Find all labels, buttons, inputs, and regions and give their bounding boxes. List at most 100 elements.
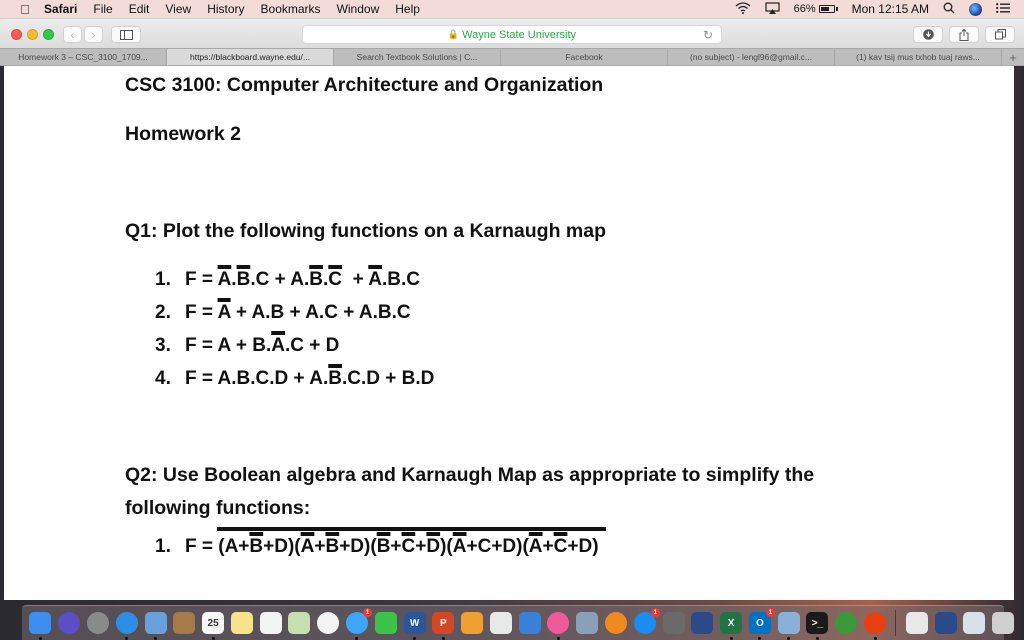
dock-app-app-store-icon[interactable]: 1 (633, 608, 660, 634)
new-tab-button[interactable]: + (1002, 49, 1024, 65)
dock-app-finder-icon[interactable] (29, 612, 52, 640)
dock-app-reminders-icon[interactable] (259, 612, 282, 634)
airplay-icon[interactable] (764, 1, 780, 17)
spotlight-search-icon[interactable] (943, 2, 955, 17)
negated-variable: A (217, 302, 231, 323)
dock-app-safari-icon[interactable] (115, 612, 138, 640)
expression-text: .C.D + B.D (341, 368, 435, 389)
minimize-window-button[interactable] (27, 29, 38, 40)
dock-app-outlook-icon[interactable]: O1 (748, 608, 775, 640)
tab-label: (1) kav tsij mus txhob tuaj raws... (856, 52, 980, 62)
reload-icon[interactable]: ↻ (703, 28, 713, 42)
battery-fill (820, 7, 829, 11)
dock-app-ibooks-icon[interactable] (605, 612, 628, 634)
menu-history[interactable]: History (207, 2, 244, 16)
dock-app-terminal-icon[interactable]: >_ (806, 612, 829, 640)
negated-variable: A (271, 335, 285, 356)
dock-app-system-preferences-icon[interactable] (662, 612, 685, 634)
expression-text: +D) (567, 536, 599, 557)
negated-variable: B (249, 536, 264, 557)
q2-item-1: 1. F = (A+B+D)(A+B+D)(B+C+D)(A+C+D)(A+C+D… (155, 536, 599, 558)
dock-app-numbers-icon[interactable] (489, 612, 512, 634)
back-button[interactable]: ‹ (63, 26, 82, 43)
apple-menu-icon[interactable]:  (17, 2, 33, 17)
siri-icon[interactable] (969, 2, 982, 16)
tab-blackboard[interactable]: https://blackboard.wayne.edu/... (167, 49, 334, 65)
battery-percent: 66% (793, 3, 816, 15)
menu-bar:  Safari File Edit View History Bookmark… (0, 0, 1024, 18)
plus-icon: + (1009, 49, 1017, 65)
expression-text: + (390, 536, 402, 557)
dock-app-launchpad-icon[interactable] (86, 612, 109, 634)
dock-app-keynote-icon[interactable] (518, 612, 541, 634)
address-bar[interactable]: 🔒 Wayne State University ↻ (302, 25, 722, 44)
notification-center-icon[interactable] (996, 2, 1010, 16)
expression-text: )( (440, 536, 453, 557)
complement-overbar (217, 527, 606, 531)
negated-variable: A (217, 269, 232, 290)
dock-app-virtualbox-stack-icon[interactable] (934, 612, 957, 634)
tab-bar: Homework 3 – CSC_3100_1709... https://bl… (0, 48, 1024, 66)
tab-gmail[interactable]: (no subject) - lengl96@gmail.c... (668, 49, 835, 65)
q1-item-1: 1. F = A.B.C + A.B.C + A.B.C (155, 269, 420, 291)
boolean-expression: F = (A+B+D)(A+B+D)(B+C+D)(A+C+D)(A+C+D) (185, 536, 599, 557)
course-title: CSC 3100: Computer Architecture and Orga… (125, 74, 604, 96)
menu-app-safari[interactable]: Safari (44, 2, 77, 16)
dock-app-siri-icon[interactable] (58, 612, 81, 634)
forward-button[interactable]: › (84, 26, 103, 43)
negated-variable: B (328, 368, 342, 389)
dock-app-calendar-icon[interactable]: 25 (202, 612, 225, 640)
negated-variable: A (452, 536, 467, 557)
clock[interactable]: Mon 12:15 AM (852, 2, 929, 16)
wifi-icon[interactable] (735, 1, 751, 17)
dock-app-maps-icon[interactable] (288, 612, 311, 634)
dock-app-remote-desktop-icon[interactable] (835, 612, 858, 634)
share-button[interactable] (949, 26, 979, 43)
dock-app-excel-icon[interactable]: X (720, 612, 743, 640)
negated-variable: D (426, 536, 441, 557)
tab-overview-button[interactable] (985, 26, 1015, 43)
notification-badge: 1 (362, 608, 372, 617)
dock-app-document-stack-icon[interactable] (905, 612, 928, 634)
dock-app-preview-icon[interactable] (144, 612, 167, 640)
dock-app-itunes-icon[interactable] (547, 612, 570, 640)
dock-app-pages-icon[interactable] (461, 612, 484, 634)
menu-bookmarks[interactable]: Bookmarks (261, 2, 321, 16)
tab-facebook[interactable]: Facebook (501, 49, 668, 65)
tab-homework-3[interactable]: Homework 3 – CSC_3100_1709... (0, 49, 167, 65)
dock-app-screenshot-stack-icon[interactable] (963, 612, 986, 634)
dock-app-image-capture-icon[interactable] (576, 612, 599, 634)
battery-status[interactable]: 66% (794, 3, 838, 15)
tab-facebook-notification[interactable]: (1) kav tsij mus txhob tuaj raws... (835, 49, 1002, 65)
tab-textbook-solutions[interactable]: Search Textbook Solutions | C... (334, 49, 501, 65)
downloads-button[interactable] (913, 26, 943, 43)
dock-app-notes-icon[interactable] (230, 612, 253, 634)
dock-app-virtualbox-vm-icon[interactable] (777, 612, 800, 640)
menu-edit[interactable]: Edit (129, 2, 150, 16)
close-window-button[interactable] (11, 29, 22, 40)
dock-app-office-installer-icon[interactable] (864, 612, 887, 640)
dock-app-messages-icon[interactable]: 1 (345, 608, 372, 640)
lock-icon: 🔒 (447, 29, 460, 39)
dock-app-virtualbox-icon[interactable] (691, 612, 714, 634)
menu-view[interactable]: View (165, 2, 191, 16)
chevron-left-icon: ‹ (70, 27, 75, 42)
expression-text: + (342, 269, 369, 290)
dock-icon-label: W (409, 617, 420, 629)
dock-app-contacts-icon[interactable] (173, 612, 196, 634)
dock-icon-label: O (756, 617, 764, 629)
dock-app-trash-icon[interactable] (992, 612, 1015, 634)
dock-app-photos-icon[interactable] (317, 612, 340, 634)
dock-app-powerpoint-icon[interactable]: P (432, 612, 455, 640)
tab-label: Homework 3 – CSC_3100_1709... (18, 52, 148, 62)
menu-window[interactable]: Window (337, 2, 380, 16)
menu-help[interactable]: Help (395, 2, 420, 16)
sidebar-toggle-button[interactable] (111, 26, 141, 43)
menu-file[interactable]: File (93, 2, 112, 16)
browser-toolbar: ‹ › 🔒 Wayne State University ↻ (0, 18, 1024, 48)
q2-prompt-line-1: Q2: Use Boolean algebra and Karnaugh Map… (125, 464, 815, 486)
dock-app-word-icon[interactable]: W (403, 612, 426, 640)
dock-app-facetime-icon[interactable] (374, 612, 397, 634)
fullscreen-window-button[interactable] (43, 29, 54, 40)
boolean-expression: F = A.B.C.D + A.B.C.D + B.D (185, 368, 434, 389)
